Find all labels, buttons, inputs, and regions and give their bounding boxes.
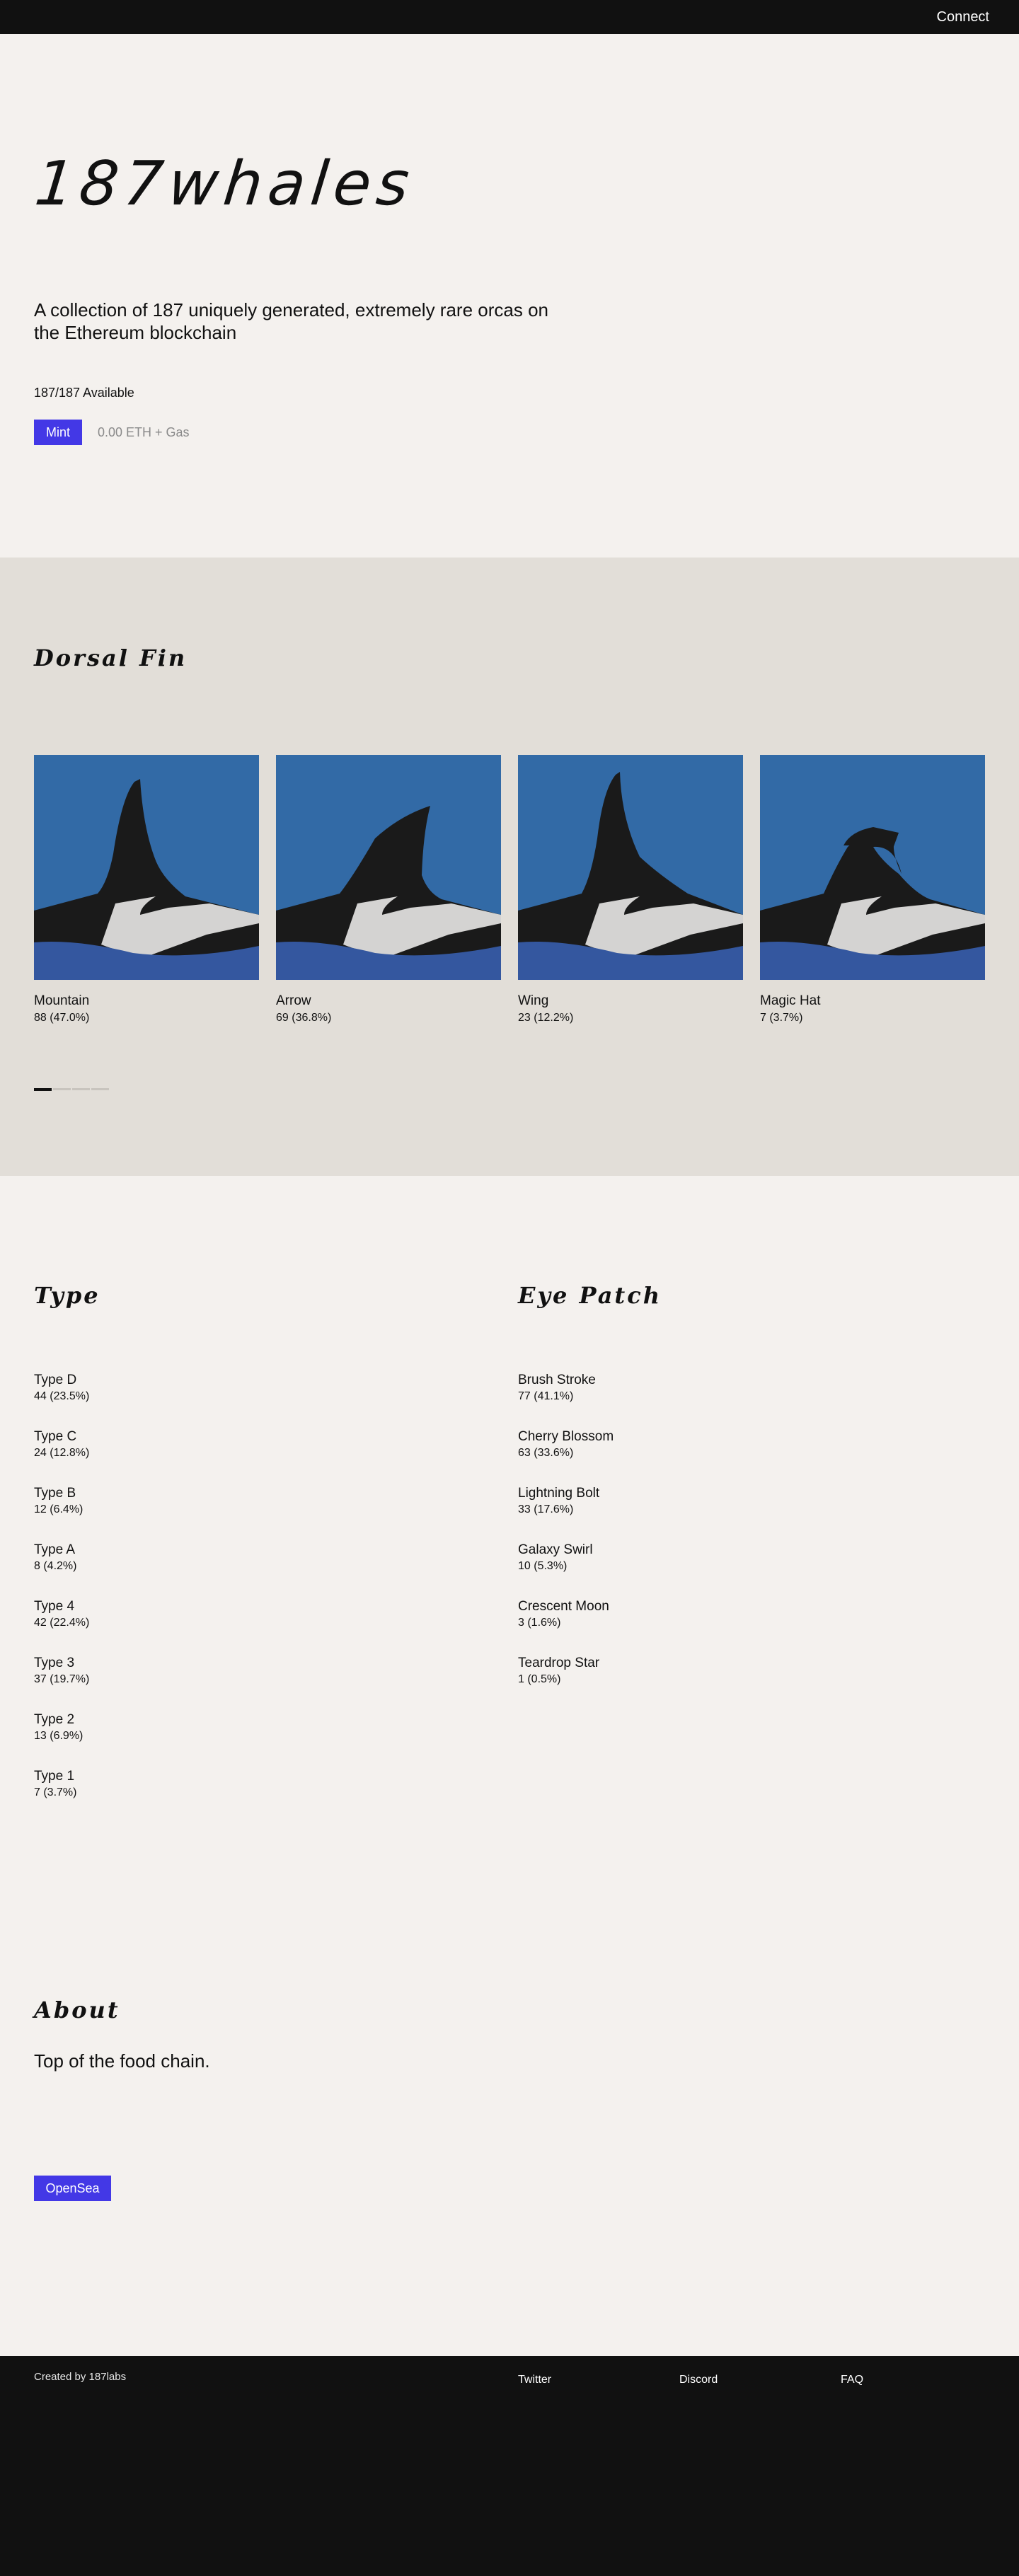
type-list: Type D 44 (23.5%) Type C 24 (12.8%) Type B… — [34, 1373, 89, 1825]
site-footer: Created by 187labs Twitter Discord FAQ — [0, 2356, 1019, 2576]
trait-stat: 63 (33.6%) — [518, 1447, 574, 1459]
type-item: Type 1 7 (3.7%) — [34, 1769, 89, 1825]
type-item: Type C 24 (12.8%) — [34, 1429, 89, 1486]
site-logo: 187whales — [31, 149, 418, 219]
type-item: Type 2 13 (6.9%) — [34, 1712, 89, 1769]
eye-patch-item: Cherry Blossom 63 (33.6%) — [518, 1429, 614, 1486]
discord-link[interactable]: Discord — [679, 2374, 718, 2386]
trait-stat: 7 (3.7%) — [34, 1786, 77, 1798]
fin-card-wing[interactable]: Wing 23 (12.2%) — [518, 755, 743, 1024]
eye-patch-item: Galaxy Swirl 10 (5.3%) — [518, 1542, 614, 1599]
fin-name: Arrow — [276, 993, 311, 1008]
trait-name: Type C — [34, 1429, 77, 1444]
trait-name: Type 2 — [34, 1712, 75, 1727]
fin-stat: 88 (47.0%) — [34, 1012, 90, 1024]
eye-patch-item: Brush Stroke 77 (41.1%) — [518, 1373, 614, 1429]
mint-button[interactable]: Mint — [34, 420, 82, 445]
eye-patch-title: Eye Patch — [518, 1282, 662, 1309]
orca-mountain-image — [34, 755, 259, 980]
trait-name: Cherry Blossom — [518, 1429, 614, 1444]
trait-stat: 37 (19.7%) — [34, 1673, 90, 1685]
trait-name: Lightning Bolt — [518, 1486, 600, 1501]
type-item: Type 3 37 (19.7%) — [34, 1656, 89, 1712]
fin-name: Magic Hat — [760, 993, 821, 1008]
trait-name: Type 4 — [34, 1599, 75, 1614]
trait-name: Type D — [34, 1373, 77, 1387]
type-item: Type D 44 (23.5%) — [34, 1373, 89, 1429]
pager-dot-1[interactable] — [34, 1088, 52, 1091]
orca-wing-image — [518, 755, 743, 980]
type-item: Type 4 42 (22.4%) — [34, 1599, 89, 1656]
eye-patch-list: Brush Stroke 77 (41.1%) Cherry Blossom 63 … — [518, 1373, 614, 1712]
trait-stat: 1 (0.5%) — [518, 1673, 561, 1685]
faq-link[interactable]: FAQ — [841, 2374, 863, 2386]
hero-tagline: A collection of 187 uniquely generated, … — [34, 299, 548, 343]
hero-section: 187whales A collection of 187 uniquely g… — [0, 34, 1019, 558]
orca-magic-hat-image — [760, 755, 985, 980]
trait-name: Crescent Moon — [518, 1599, 609, 1614]
pager-dot-4[interactable] — [91, 1088, 109, 1090]
trait-stat: 13 (6.9%) — [34, 1730, 84, 1742]
footer-credit: Created by 187labs — [34, 2371, 127, 2383]
eye-patch-item: Lightning Bolt 33 (17.6%) — [518, 1486, 614, 1542]
dorsal-fin-title: Dorsal Fin — [34, 645, 188, 671]
trait-name: Brush Stroke — [518, 1373, 596, 1387]
trait-stat: 10 (5.3%) — [518, 1560, 568, 1572]
about-text: Top of the food chain. — [34, 2050, 210, 2072]
trait-name: Type B — [34, 1486, 76, 1501]
eye-patch-item: Crescent Moon 3 (1.6%) — [518, 1599, 614, 1656]
trait-stat: 3 (1.6%) — [518, 1617, 561, 1629]
carousel-pager — [34, 1088, 109, 1091]
trait-name: Type 1 — [34, 1769, 75, 1784]
pager-dot-3[interactable] — [72, 1088, 90, 1090]
supply-available: 187/187 Available — [34, 386, 134, 400]
orca-arrow-image — [276, 755, 501, 980]
fin-stat: 69 (36.8%) — [276, 1012, 332, 1024]
pager-dot-2[interactable] — [53, 1088, 71, 1090]
trait-stat: 8 (4.2%) — [34, 1560, 77, 1572]
opensea-button[interactable]: OpenSea — [34, 2176, 111, 2201]
type-item: Type B 12 (6.4%) — [34, 1486, 89, 1542]
twitter-link[interactable]: Twitter — [518, 2374, 551, 2386]
trait-name: Type 3 — [34, 1656, 75, 1670]
type-item: Type A 8 (4.2%) — [34, 1542, 89, 1599]
fin-stat: 23 (12.2%) — [518, 1012, 574, 1024]
fin-name: Wing — [518, 993, 549, 1008]
eye-patch-item: Teardrop Star 1 (0.5%) — [518, 1656, 614, 1712]
fin-stat: 7 (3.7%) — [760, 1012, 803, 1024]
trait-stat: 44 (23.5%) — [34, 1390, 90, 1402]
about-title: About — [34, 1997, 120, 2023]
trait-name: Galaxy Swirl — [518, 1542, 593, 1557]
mint-price: 0.00 ETH + Gas — [98, 425, 190, 439]
traits-section: Type Eye Patch Type D 44 (23.5%) Type C 24… — [0, 1176, 1019, 2356]
trait-stat: 24 (12.8%) — [34, 1447, 90, 1459]
trait-stat: 42 (22.4%) — [34, 1617, 90, 1629]
fin-card-arrow[interactable]: Arrow 69 (36.8%) — [276, 755, 501, 1024]
trait-stat: 12 (6.4%) — [34, 1503, 84, 1515]
dorsal-fin-section: Dorsal Fin Mountain 88 (47.0%) Arrow 69 … — [0, 558, 1019, 1176]
fin-name: Mountain — [34, 993, 90, 1008]
trait-stat: 77 (41.1%) — [518, 1390, 574, 1402]
type-title: Type — [34, 1282, 100, 1309]
fin-card-magic-hat[interactable]: Magic Hat 7 (3.7%) — [760, 755, 985, 1024]
trait-name: Teardrop Star — [518, 1656, 600, 1670]
top-bar: Connect — [0, 0, 1019, 34]
connect-button[interactable]: Connect — [937, 9, 990, 25]
trait-stat: 33 (17.6%) — [518, 1503, 574, 1515]
trait-name: Type A — [34, 1542, 76, 1557]
fin-card-mountain[interactable]: Mountain 88 (47.0%) — [34, 755, 259, 1024]
